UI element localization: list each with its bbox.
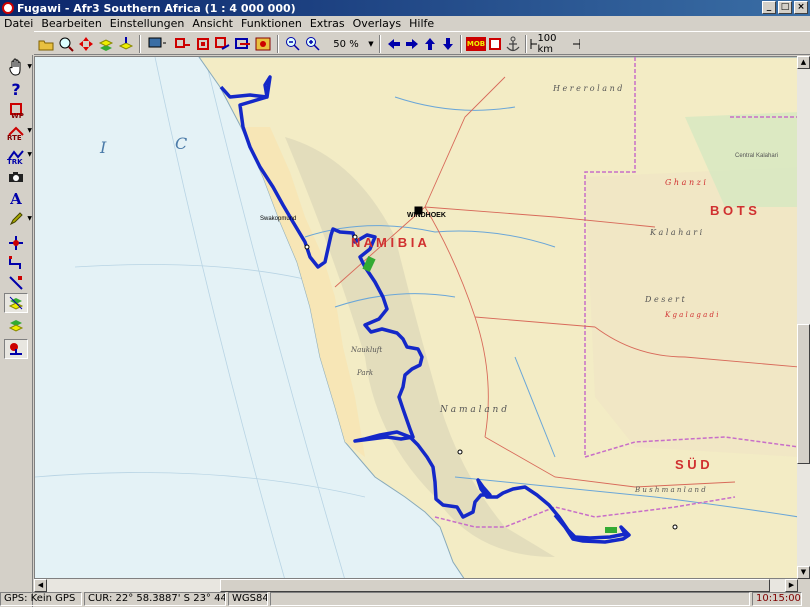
route-step-icon[interactable] xyxy=(4,273,28,293)
scale-indicator: 100 km xyxy=(530,33,581,55)
ocean-label-2: C xyxy=(175,134,187,153)
crosshair-icon[interactable] xyxy=(4,233,28,253)
hand-pan-icon[interactable]: ▼ xyxy=(4,57,32,77)
ghanzi-label: G h a n z i xyxy=(665,178,706,187)
menu-bearbeiten[interactable]: Bearbeiten xyxy=(37,17,105,30)
ocean-label-1: I xyxy=(99,138,107,157)
scroll-up-icon[interactable]: ▲ xyxy=(797,56,810,69)
south-africa-label: S Ü D xyxy=(675,457,710,472)
layer-active-icon[interactable] xyxy=(4,293,28,313)
zoom-in-icon[interactable] xyxy=(304,35,322,53)
menu-funktionen[interactable]: Funktionen xyxy=(237,17,306,30)
park-marker xyxy=(605,527,617,533)
vertical-scroll-thumb[interactable] xyxy=(797,324,810,464)
botswana-label: B O T S xyxy=(710,203,757,218)
chevron-down-icon[interactable]: ▼ xyxy=(366,35,376,53)
status-empty xyxy=(270,592,750,606)
layer-icon[interactable] xyxy=(97,35,115,53)
mob-button[interactable]: MOB xyxy=(466,37,486,51)
rte-label: RTE xyxy=(7,134,22,142)
hereroland-label: H e r e r o l a n d xyxy=(552,84,622,93)
waypoint-to-route-icon[interactable] xyxy=(174,35,192,53)
text-tool-icon[interactable]: A xyxy=(4,189,28,209)
scroll-left-icon[interactable]: ◀ xyxy=(34,579,47,592)
menu-datei[interactable]: Datei xyxy=(0,17,37,30)
close-button[interactable]: × xyxy=(794,1,808,14)
swakopmund-label: Swakopmund xyxy=(260,216,296,222)
stop-square-icon[interactable] xyxy=(486,35,504,53)
cursor-position: CUR: 22° 58.3887' S 23° 44.0193' E xyxy=(84,592,226,606)
track-tool[interactable]: TRK ▼ xyxy=(4,145,32,166)
clock: 10:15:00 xyxy=(752,592,802,606)
minimize-button[interactable]: _ xyxy=(762,1,776,14)
wp-label: WP xyxy=(11,112,24,120)
open-folder-icon[interactable] xyxy=(37,35,55,53)
help-question-icon[interactable]: ? xyxy=(4,79,28,99)
menu-overlays[interactable]: Overlays xyxy=(349,17,406,30)
monitor-icon[interactable] xyxy=(146,35,168,53)
map-image-icon[interactable] xyxy=(254,35,272,53)
namaland-label: N a m a l a n d xyxy=(439,405,507,415)
map-canvas[interactable]: I C N A M I B I A B O T S S Ü D WINDHOEK… xyxy=(35,57,798,579)
left-toolbar: ▼ ? WP RTE ▼ TRK ▼ A ▼ xyxy=(0,55,33,607)
route-to-track-icon[interactable] xyxy=(194,35,212,53)
scale-label: 100 km xyxy=(537,33,557,55)
layer-stack-icon[interactable] xyxy=(4,315,28,335)
menu-ansicht[interactable]: Ansicht xyxy=(188,17,237,30)
namibia-label: N A M I B I A xyxy=(351,235,427,250)
track-to-route-icon[interactable] xyxy=(214,35,232,53)
layer-down-icon[interactable] xyxy=(117,35,135,53)
map-view[interactable]: I C N A M I B I A B O T S S Ü D WINDHOEK… xyxy=(34,56,798,579)
camera-icon[interactable] xyxy=(4,167,28,187)
naukluft-label: Naukluft xyxy=(350,346,382,354)
maximize-button[interactable]: □ xyxy=(778,1,792,14)
arrow-right-icon[interactable] xyxy=(404,35,420,53)
arrow-left-icon[interactable] xyxy=(386,35,402,53)
horizontal-scrollbar[interactable]: ◀ ▶ xyxy=(34,579,798,592)
toolbar: 50 % ▼ MOB 100 km xyxy=(34,31,810,55)
waypoint-tool[interactable]: WP xyxy=(4,99,28,120)
arrow-up-icon[interactable] xyxy=(422,35,438,53)
menu-hilfe[interactable]: Hilfe xyxy=(405,17,438,30)
title-bar: Fugawi - Afr3 Southern Africa (1 : 4 000… xyxy=(0,0,810,16)
status-bar: GPS: Kein GPS CUR: 22° 58.3887' S 23° 44… xyxy=(0,592,810,607)
menu-einstellungen[interactable]: Einstellungen xyxy=(106,17,189,30)
scroll-down-icon[interactable]: ▼ xyxy=(797,566,810,579)
bushmanland-label: B u s h m a n l a n d xyxy=(634,486,706,494)
kalahari-label: K a l a h a r i xyxy=(649,228,703,237)
menu-extras[interactable]: Extras xyxy=(306,17,349,30)
anchor-icon[interactable] xyxy=(504,35,522,53)
pen-icon[interactable]: ▼ xyxy=(4,209,32,229)
window-title: Fugawi - Afr3 Southern Africa (1 : 4 000… xyxy=(17,1,296,15)
zoom-level[interactable]: 50 % xyxy=(326,35,366,53)
scroll-right-icon[interactable]: ▶ xyxy=(785,579,798,592)
menu-bar: Datei Bearbeiten Einstellungen Ansicht F… xyxy=(0,16,810,30)
park-label: Park xyxy=(356,369,373,377)
horizontal-scroll-thumb[interactable] xyxy=(220,579,770,592)
move-arrows-icon[interactable] xyxy=(77,35,95,53)
route-tool[interactable]: RTE ▼ xyxy=(4,121,32,142)
vertical-scrollbar[interactable]: ▲ ▼ xyxy=(797,56,810,579)
windhoek-label: WINDHOEK xyxy=(407,212,446,219)
gps-status: GPS: Kein GPS xyxy=(0,592,82,606)
zoom-out-icon[interactable] xyxy=(284,35,302,53)
gps-position-icon[interactable] xyxy=(4,339,28,359)
arrow-down-icon[interactable] xyxy=(440,35,456,53)
desert-label: D e s e r t xyxy=(644,295,686,304)
datum-label: WGS84 xyxy=(228,592,268,606)
fugawi-app-icon[interactable] xyxy=(2,2,14,14)
central-kalahari-label: Central Kalahari xyxy=(735,153,778,159)
kgalagadi-label: K g a l a g a d i xyxy=(664,311,718,319)
route-edit-icon[interactable] xyxy=(4,253,28,273)
trk-label: TRK xyxy=(7,158,23,166)
route-transfer-icon[interactable] xyxy=(234,35,252,53)
find-icon[interactable] xyxy=(57,35,75,53)
